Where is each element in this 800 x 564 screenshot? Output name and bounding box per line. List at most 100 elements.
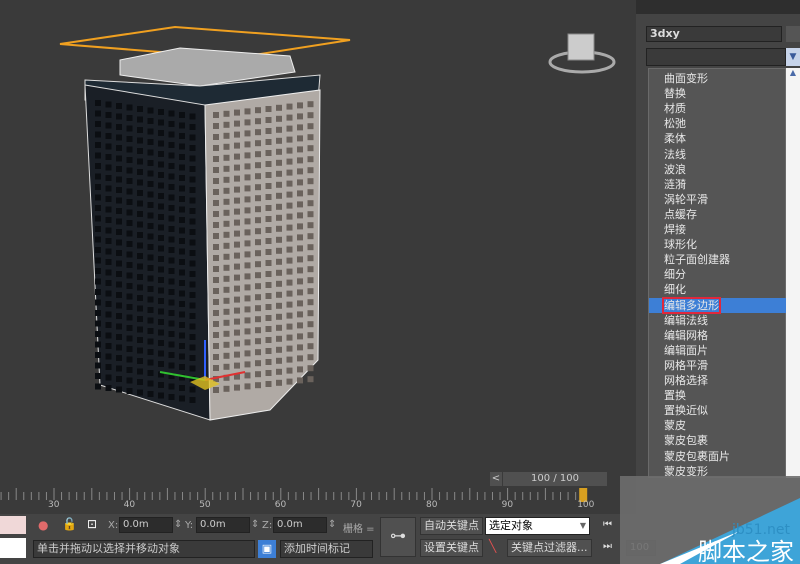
watermark-name: 脚本之家 <box>698 538 794 564</box>
x-label: X: <box>108 520 119 531</box>
modifier-item[interactable]: 编辑多边形 <box>649 296 800 314</box>
modifier-item-label: 曲面变形 <box>664 72 708 85</box>
modifier-item[interactable]: 蒙皮包裹 <box>649 433 786 448</box>
modifier-item-label: 蒙皮 <box>664 419 686 433</box>
modifier-item-label: 编辑网格 <box>664 328 708 342</box>
chevron-down-icon[interactable]: ▼ <box>786 48 800 66</box>
isolate-icon[interactable]: ● <box>38 518 48 532</box>
watermark: jb51.net 脚本之家 <box>620 476 800 564</box>
key-mode-value: 选定对象 <box>489 519 533 532</box>
modifier-list[interactable]: 曲面变形替换 材质 松弛 柔体 法线 波浪 涟漪 涡轮平滑 点缓存焊接球形化 粒子面创建器 细分 细化… <box>648 68 800 478</box>
time-tag-icon[interactable]: ▣ <box>258 540 276 558</box>
mini-listener[interactable] <box>0 516 26 534</box>
chevron-down-icon: ▼ <box>579 521 586 530</box>
modifier-item-label: 粒子面创建器 <box>664 253 730 267</box>
modifier-list-dropdown[interactable] <box>646 48 786 66</box>
lock-icon[interactable]: 🔓 <box>62 517 77 531</box>
set-key-button[interactable]: 设置关键点 <box>420 539 483 557</box>
auto-key-button[interactable]: 自动关键点 <box>420 517 483 535</box>
modifier-item[interactable]: 曲面变形 <box>649 71 786 86</box>
modifier-item[interactable]: 编辑网格 <box>649 328 786 343</box>
timeline-label: 50 <box>199 500 211 510</box>
y-spinner[interactable]: ⇕ <box>251 519 259 530</box>
modifier-item[interactable]: 网格平滑 <box>649 358 786 373</box>
modifier-item-label: 置换近似 <box>664 404 708 418</box>
timeline-ticks <box>0 488 588 502</box>
modifier-item-label: 编辑面片 <box>664 343 708 357</box>
modifier-item[interactable]: 波浪 <box>649 162 786 177</box>
modifier-item-label: 柔体 <box>664 132 686 146</box>
time-slider[interactable]: < 100 / 100 <box>490 472 620 486</box>
object-color-swatch[interactable] <box>786 26 800 42</box>
z-field[interactable]: 0.0m <box>273 517 327 533</box>
modifier-item-label: 松弛 <box>664 117 686 131</box>
modifier-item[interactable]: 蒙皮包裹面片 <box>649 449 786 464</box>
y-label: Y: <box>185 520 194 531</box>
modifier-item-label: 网格平滑 <box>664 358 708 372</box>
go-to-start-icon[interactable]: ⏮ <box>603 519 612 530</box>
modifier-item-label: 涡轮平滑 <box>664 192 708 206</box>
modifier-item-label: 替换 <box>664 87 686 101</box>
set-key-icon[interactable]: ⊶ <box>380 517 416 557</box>
x-spinner[interactable]: ⇕ <box>174 519 182 530</box>
modifier-item[interactable]: 编辑面片 <box>649 343 786 358</box>
modifier-item-label: 编辑法线 <box>664 313 708 327</box>
perspective-viewport[interactable] <box>0 0 636 470</box>
time-slider-prev[interactable]: < <box>490 472 502 486</box>
modifier-item-label: 球形化 <box>664 238 697 252</box>
modifier-item-label: 置换 <box>664 389 686 403</box>
prompt-line: 单击并拖动以选择并移动对象 <box>33 540 255 558</box>
modifier-item[interactable]: 置换近似 <box>649 403 786 418</box>
y-field[interactable]: 0.0m <box>196 517 250 533</box>
modifier-item-label: 涟漪 <box>664 177 686 191</box>
mini-listener-output[interactable] <box>0 538 26 558</box>
modifier-item[interactable]: 球形化 <box>649 237 786 252</box>
modifier-item[interactable]: 点缓存 <box>649 207 786 222</box>
timeline-label: 100 <box>577 500 595 510</box>
modifier-item[interactable]: 蒙皮 <box>649 418 786 433</box>
modifier-item-label: 法线 <box>664 147 686 161</box>
viewcube[interactable] <box>548 28 616 76</box>
absolute-mode-icon[interactable]: ⊡ <box>87 517 97 531</box>
key-mode-select[interactable]: 选定对象 ▼ <box>485 517 590 535</box>
timeline[interactable]: < 100 / 100 30 40 50 60 70 80 90 100 <box>0 470 636 514</box>
key-mode-toggle-icon[interactable]: ⏭ <box>603 541 612 552</box>
timeline-label: 30 <box>48 500 60 510</box>
modifier-item[interactable]: 松弛 <box>649 116 786 131</box>
modifier-item[interactable]: 涡轮平滑 <box>649 192 786 207</box>
timeline-label: 80 <box>426 500 438 510</box>
modifier-item[interactable]: 网格选择 <box>649 373 786 388</box>
modifier-item[interactable]: 替换 <box>649 86 786 101</box>
modifier-item[interactable]: 细化 <box>649 282 786 297</box>
key-filters-button[interactable]: 关键点过滤器... <box>507 539 592 557</box>
command-panel: 3dxy ▼ 曲面变形替换 材质 松弛 柔体 法线 波浪 涟漪 涡轮平滑 点缓存焊接球形化 粒子面… <box>636 0 800 480</box>
panel-tabs[interactable] <box>636 0 800 14</box>
z-label: Z: <box>262 520 273 531</box>
modifier-item[interactable]: 置换 <box>649 388 786 403</box>
x-field[interactable]: 0.0m <box>119 517 173 533</box>
time-slider-frame[interactable]: 100 / 100 <box>503 472 607 486</box>
modifier-item[interactable]: 材质 <box>649 101 786 116</box>
modifier-item[interactable]: 涟漪 <box>649 177 786 192</box>
timeline-label: 60 <box>274 500 287 510</box>
z-spinner[interactable]: ⇕ <box>328 519 336 530</box>
modifier-item[interactable]: 细分 <box>649 267 786 282</box>
list-scrollbar[interactable]: ▲ <box>786 68 800 478</box>
watermark-site: jb51.net <box>731 522 791 538</box>
modifier-item[interactable]: 焊接 <box>649 222 786 237</box>
modifier-item[interactable]: 粒子面创建器 <box>649 252 786 267</box>
modifier-item[interactable]: 编辑法线 <box>649 313 786 328</box>
modifier-item-label: 点缓存 <box>664 207 697 221</box>
object-name-field[interactable]: 3dxy <box>646 26 782 42</box>
scroll-up-icon[interactable]: ▲ <box>790 68 796 77</box>
modifier-item-label: 细分 <box>664 268 686 282</box>
timeline-label: 70 <box>350 500 362 510</box>
add-time-tag[interactable]: 添加时间标记 <box>280 540 373 558</box>
timeline-label: 90 <box>501 500 514 510</box>
modifier-item[interactable]: 法线 <box>649 147 786 162</box>
modifier-item[interactable]: 柔体 <box>649 131 786 146</box>
modifier-item-label: 材质 <box>664 102 686 116</box>
modifier-item-label: 焊接 <box>664 223 686 236</box>
building-model[interactable] <box>0 0 636 470</box>
key-filter-icon: ╲ <box>489 539 497 553</box>
